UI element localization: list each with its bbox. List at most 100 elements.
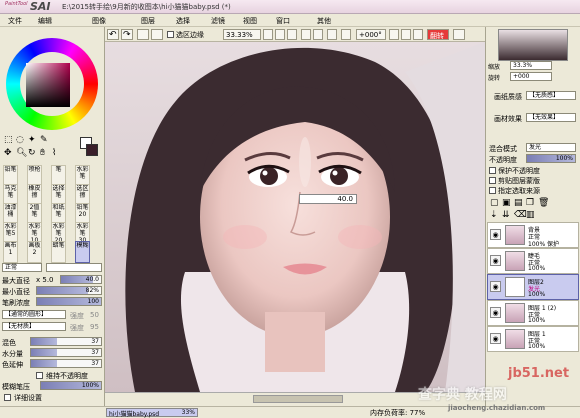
rotate-icon[interactable]: ↻ — [28, 148, 36, 158]
brush-size-overlay-value: 40.0 — [337, 195, 353, 203]
zoom-out-button[interactable] — [263, 29, 273, 40]
brush-texture-select[interactable]: 【无材质】 — [2, 322, 66, 331]
menu-image[interactable]: 图像 — [92, 16, 106, 26]
brush-label: 和纸笔 — [52, 204, 65, 218]
eye-icon[interactable]: ◉ — [490, 255, 501, 266]
layer-row-selected[interactable]: ◉ 图层2 发光 100% — [487, 274, 579, 300]
watermark-url: jiaocheng.chazidian.com — [448, 404, 546, 412]
redo-button[interactable]: ↷ — [121, 29, 133, 40]
nav-angle-field[interactable]: +000 — [510, 72, 552, 81]
max-diameter-slider[interactable]: 40.0 — [60, 275, 102, 284]
eye-icon[interactable]: ◉ — [490, 281, 501, 292]
zoom-select[interactable]: 33.33% — [223, 29, 261, 40]
delete-layer-icon[interactable]: 🗑︎ — [538, 198, 549, 208]
blend-slider[interactable]: 37 — [30, 337, 102, 346]
new-layer-icon[interactable]: ▢ — [490, 198, 499, 208]
menu-other[interactable]: 其他 — [317, 16, 331, 26]
merge-icon[interactable]: ⇊ — [502, 210, 510, 220]
menu-view[interactable]: 视图 — [243, 16, 257, 26]
undo-button[interactable]: ↶ — [107, 29, 119, 40]
blend-mode-select[interactable]: 发光 — [526, 143, 576, 152]
move-icon[interactable]: ✥ — [4, 148, 12, 158]
shape-strength-value[interactable]: 50 — [90, 311, 99, 319]
deselect-button[interactable] — [137, 29, 149, 40]
copy-layer-icon[interactable]: ❐ — [526, 198, 534, 208]
rotate-left-button[interactable] — [313, 29, 323, 40]
clear-layer-icon[interactable]: ⌫ — [514, 210, 527, 220]
hand-icon[interactable]: ✋︎ — [40, 148, 45, 158]
menu-select[interactable]: 选择 — [176, 16, 190, 26]
clipping-mask-checkbox[interactable] — [489, 177, 496, 184]
brush-board-2[interactable]: 画板2 — [27, 241, 42, 263]
app-logo: PaintTool SAI — [2, 0, 54, 14]
menu-layer[interactable]: 图层 — [141, 16, 155, 26]
file-tab[interactable]: hi小猫猫baby.psd 33% — [106, 408, 198, 418]
rotate-right-button[interactable] — [327, 29, 337, 40]
zoom-reset-button[interactable] — [287, 29, 297, 40]
invert-selection-button[interactable] — [151, 29, 163, 40]
stabilizer-button[interactable] — [453, 29, 465, 40]
persistence-slider[interactable]: 37 — [30, 359, 102, 368]
layer-row[interactable]: ◉ 睫毛 正常 100% — [487, 248, 579, 274]
lock-layer-icon[interactable]: ▥ — [526, 210, 535, 220]
eye-icon[interactable]: ◉ — [490, 229, 501, 240]
lasso-icon[interactable]: ◌ — [16, 135, 24, 145]
rotate-zero-button[interactable] — [413, 29, 423, 40]
horizontal-scrollbar[interactable] — [253, 395, 343, 403]
layer-opacity-slider[interactable]: 100% — [526, 154, 576, 163]
blur-pressure-slider[interactable]: 100% — [40, 381, 102, 390]
brush-mode-value: 正常 — [5, 264, 18, 271]
detail-settings-checkbox[interactable] — [4, 394, 11, 401]
color-sv-square[interactable] — [26, 63, 70, 107]
rotation-select[interactable]: +000° — [356, 29, 386, 40]
menu-window[interactable]: 窗口 — [276, 16, 290, 26]
pen-tool-icon[interactable]: ✎ — [40, 135, 48, 145]
max-diameter-multiplier[interactable]: x 5.0 — [36, 276, 54, 284]
brush-canvas-1[interactable]: 画布1 — [3, 241, 18, 263]
brush-blur-selected[interactable]: 模糊 — [75, 241, 90, 263]
rotate-ccw-button[interactable] — [389, 29, 399, 40]
new-folder-icon[interactable]: ▤ — [514, 198, 523, 208]
flip-button[interactable]: 翻转 — [427, 29, 449, 40]
texture-strength-value[interactable]: 95 — [90, 323, 99, 331]
file-tab-zoom: 33% — [181, 409, 195, 416]
navigator-thumbnail[interactable] — [498, 29, 568, 61]
min-diameter-slider[interactable]: 82% — [36, 286, 102, 295]
selection-icon[interactable]: ⬚ — [4, 135, 13, 145]
selection-edge-checkbox[interactable] — [167, 31, 174, 38]
paper-texture-select[interactable]: 【无质感】 — [526, 91, 576, 100]
eye-icon[interactable]: ◉ — [490, 307, 501, 318]
layer-row[interactable]: ◉ 图层 1 (2) 正常 100% — [487, 300, 579, 326]
rotate-cw-button[interactable] — [401, 29, 411, 40]
layer-row[interactable]: ◉ 背景 正常 100% 保护 — [487, 222, 579, 248]
menu-file[interactable]: 文件 — [8, 16, 22, 26]
fit-button[interactable] — [301, 29, 311, 40]
magic-wand-icon[interactable]: ✦ — [28, 135, 36, 145]
brush-mode-select[interactable]: 正常 — [2, 263, 42, 272]
keep-opacity-checkbox[interactable] — [36, 372, 43, 379]
nav-zoom-field[interactable]: 33.3% — [510, 61, 552, 70]
zoom-in-button[interactable] — [275, 29, 285, 40]
brush-shape-presets[interactable] — [46, 263, 102, 272]
layer-opacity: 100% — [528, 265, 546, 272]
merge-down-icon[interactable]: ⇣ — [490, 210, 498, 220]
water-slider[interactable]: 37 — [30, 348, 102, 357]
foreground-color-swatch[interactable] — [86, 144, 98, 156]
brush-crayon[interactable]: 蜡笔 — [51, 241, 66, 263]
menu-edit[interactable]: 编辑 — [38, 16, 52, 26]
drawing-canvas[interactable]: 40.0 — [105, 42, 485, 392]
eye-icon[interactable]: ◉ — [490, 333, 501, 344]
brush-shape-select[interactable]: 【通常的圆形】 — [2, 310, 66, 319]
min-diameter-label: 最小直径 — [2, 288, 30, 296]
texture-strength-label: 强度 — [70, 324, 84, 332]
material-effect-select[interactable]: 【无效果】 — [526, 113, 576, 122]
protect-opacity-checkbox[interactable] — [489, 167, 496, 174]
new-linework-layer-icon[interactable]: ▣ — [502, 198, 511, 208]
menu-filter[interactable]: 滤镜 — [211, 16, 225, 26]
zoom-icon[interactable]: 🔍︎ — [16, 148, 27, 158]
eyedropper-icon[interactable]: ⌇ — [52, 148, 56, 158]
layer-row[interactable]: ◉ 图层 1 正常 100% — [487, 326, 579, 352]
density-slider[interactable]: 100 — [36, 297, 102, 306]
rotate-reset-button[interactable] — [341, 29, 351, 40]
selection-source-checkbox[interactable] — [489, 187, 496, 194]
